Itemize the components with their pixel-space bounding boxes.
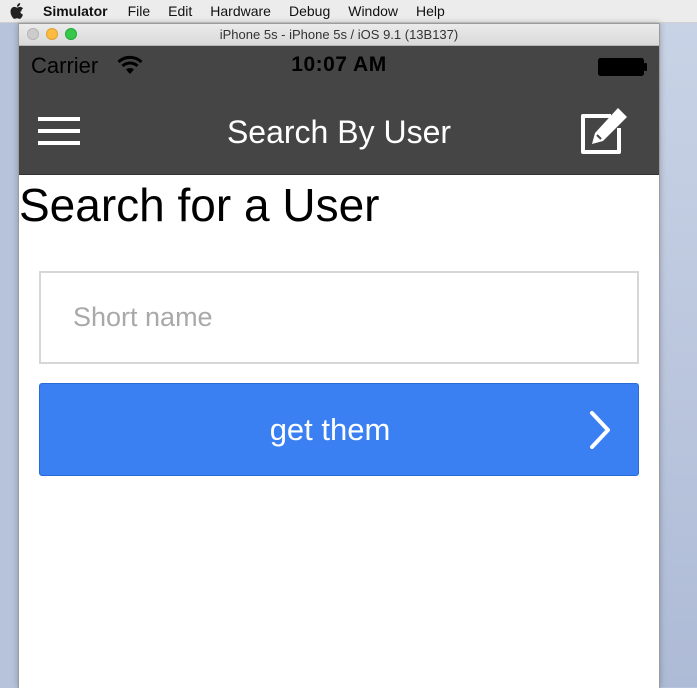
mac-menubar: Simulator File Edit Hardware Debug Windo…: [0, 0, 697, 23]
get-them-label: get them: [269, 412, 391, 447]
menu-simulator[interactable]: Simulator: [43, 3, 108, 19]
window-titlebar[interactable]: iPhone 5s - iPhone 5s / iOS 9.1 (13B137): [19, 24, 659, 46]
traffic-lights: [27, 28, 77, 40]
status-time: 10:07 AM: [291, 53, 387, 76]
simulator-window: iPhone 5s - iPhone 5s / iOS 9.1 (13B137)…: [18, 23, 660, 688]
chevron-right-icon: [590, 411, 610, 449]
page-title: Search for a User: [19, 179, 380, 231]
edit-icon[interactable]: [577, 106, 629, 158]
menu-edit[interactable]: Edit: [168, 3, 192, 19]
menu-window[interactable]: Window: [348, 3, 398, 19]
menu-file[interactable]: File: [128, 3, 151, 19]
nav-bar: Search By User: [19, 88, 659, 175]
menu-hardware[interactable]: Hardware: [210, 3, 271, 19]
ios-status-bar: Carrier 10:07 AM: [19, 46, 659, 88]
menu-help[interactable]: Help: [416, 3, 445, 19]
apple-icon[interactable]: [10, 3, 24, 19]
battery-icon: [598, 58, 647, 76]
window-title: iPhone 5s - iPhone 5s / iOS 9.1 (13B137): [219, 27, 459, 42]
get-them-button[interactable]: get them: [39, 383, 639, 476]
menu-debug[interactable]: Debug: [289, 3, 330, 19]
desktop-background: [658, 22, 697, 687]
zoom-button[interactable]: [65, 28, 77, 40]
nav-title: Search By User: [226, 114, 452, 150]
short-name-input[interactable]: [39, 271, 639, 364]
minimize-button[interactable]: [46, 28, 58, 40]
close-button[interactable]: [27, 28, 39, 40]
